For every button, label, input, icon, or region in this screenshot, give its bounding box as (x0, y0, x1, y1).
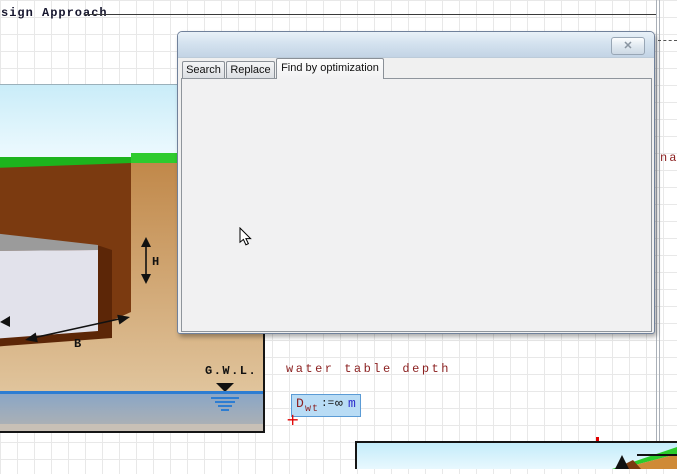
find-dialog: ✕ Search Replace Find by optimization Op… (177, 31, 655, 334)
dialog-titlebar[interactable] (178, 32, 654, 58)
area-divider-line (84, 14, 656, 15)
tab-replace[interactable]: Replace (226, 61, 275, 78)
mouse-cursor-icon (239, 227, 252, 246)
footing-front-face (0, 250, 98, 339)
math-unit: m (348, 396, 356, 411)
water-ripple-line (221, 409, 229, 411)
water-table-line (0, 391, 265, 394)
clipped-worksheet-text[interactable]: na (660, 151, 677, 165)
math-region-dwt[interactable]: D wt := ∞ m (291, 394, 361, 417)
b-dimension-label: B (74, 337, 81, 351)
dashed-divider-line (658, 40, 677, 41)
page-margin-line (656, 0, 657, 469)
math-assign-operator: := (321, 398, 334, 410)
math-variable: D (296, 396, 304, 411)
slope-diagram-image[interactable] (355, 441, 677, 469)
page-margin-line (659, 0, 660, 469)
dimension-line (637, 454, 677, 456)
math-value: ∞ (335, 396, 343, 411)
image-bottom-strip (0, 424, 265, 431)
slope-diagram-drawing (357, 443, 677, 469)
worksheet-heading-text[interactable]: sign Approach (1, 6, 108, 20)
image-border-bottom (0, 431, 265, 433)
worksheet-crosshair-cursor-icon: + (286, 412, 299, 428)
water-ripple-line (215, 401, 235, 403)
worksheet-canvas: { "worksheet": { "heading": "sign Approa… (0, 0, 677, 469)
math-subscript: wt (305, 404, 319, 415)
water-table-depth-text[interactable]: water table depth (286, 362, 451, 376)
close-icon[interactable]: ✕ (611, 37, 645, 55)
h-dimension-label: H (152, 255, 159, 269)
water-ripple-line (211, 397, 239, 399)
tab-find-by-optimization[interactable]: Find by optimization (276, 58, 384, 79)
tab-page (181, 78, 652, 332)
h-arrow-line (145, 247, 147, 274)
gwl-label: G.W.L. (205, 364, 257, 378)
water-ripple-line (218, 405, 232, 407)
tab-search[interactable]: Search (182, 61, 225, 78)
